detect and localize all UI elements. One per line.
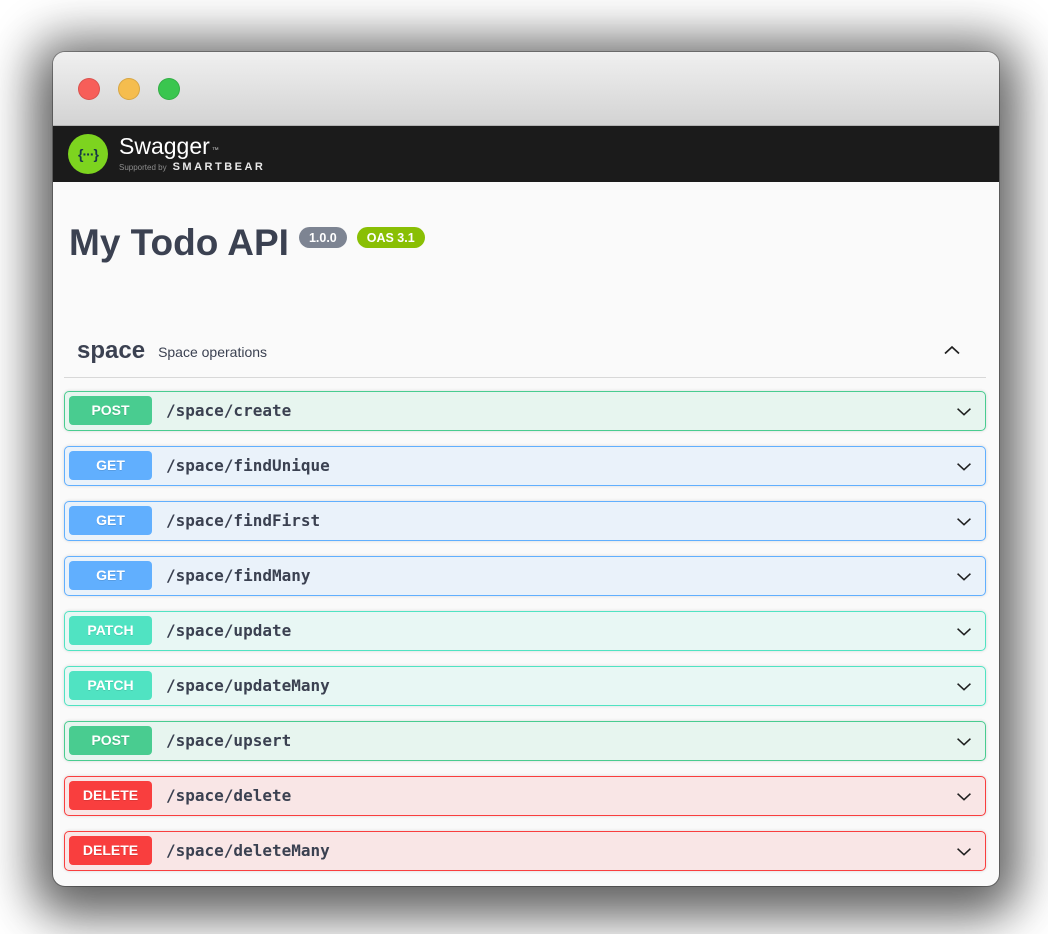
- page-title: My Todo API: [69, 222, 289, 265]
- swagger-logo-icon: {···}: [68, 134, 108, 174]
- tag-description: Space operations: [158, 344, 267, 360]
- maximize-button[interactable]: [158, 78, 180, 100]
- main-content: My Todo API 1.0.0 OAS 3.1 space Space op…: [53, 222, 999, 871]
- chevron-down-icon[interactable]: [953, 400, 975, 422]
- operation-row[interactable]: GET/space/findFirst: [64, 501, 986, 541]
- operation-row[interactable]: PATCH/space/updateMany: [64, 666, 986, 706]
- operation-path: /space/update: [166, 621, 291, 640]
- operation-row[interactable]: DELETE/space/deleteMany: [64, 831, 986, 871]
- method-badge: PATCH: [69, 671, 152, 700]
- chevron-down-icon[interactable]: [953, 620, 975, 642]
- operation-path: /space/updateMany: [166, 676, 330, 695]
- method-badge: POST: [69, 396, 152, 425]
- tag-name: space: [77, 337, 145, 365]
- operation-path: /space/deleteMany: [166, 841, 330, 860]
- supported-by-label: Supported by: [119, 163, 167, 172]
- sponsor-name: SMARTBEAR: [173, 161, 266, 173]
- app-window: {···} Swagger ™ Supported by SMARTBEAR M…: [53, 52, 999, 886]
- method-badge: GET: [69, 506, 152, 535]
- chevron-down-icon[interactable]: [953, 730, 975, 752]
- method-badge: POST: [69, 726, 152, 755]
- method-badge: DELETE: [69, 781, 152, 810]
- swagger-topbar: {···} Swagger ™ Supported by SMARTBEAR: [53, 126, 999, 182]
- operation-row[interactable]: DELETE/space/delete: [64, 776, 986, 816]
- operation-path: /space/findMany: [166, 566, 311, 585]
- tag-section-header[interactable]: space Space operations: [77, 337, 986, 365]
- chevron-down-icon[interactable]: [953, 510, 975, 532]
- oas-badge: OAS 3.1: [357, 227, 425, 248]
- window-titlebar: [53, 52, 999, 126]
- chevron-down-icon[interactable]: [953, 785, 975, 807]
- operation-path: /space/findFirst: [166, 511, 320, 530]
- chevron-down-icon[interactable]: [953, 840, 975, 862]
- method-badge: GET: [69, 561, 152, 590]
- operation-row[interactable]: GET/space/findUnique: [64, 446, 986, 486]
- method-badge: PATCH: [69, 616, 152, 645]
- operation-row[interactable]: GET/space/findMany: [64, 556, 986, 596]
- brand-name: Swagger: [119, 135, 210, 158]
- operation-path: /space/create: [166, 401, 291, 420]
- chevron-down-icon[interactable]: [953, 565, 975, 587]
- minimize-button[interactable]: [118, 78, 140, 100]
- close-button[interactable]: [78, 78, 100, 100]
- operation-path: /space/upsert: [166, 731, 291, 750]
- chevron-down-icon[interactable]: [953, 455, 975, 477]
- section-divider: [64, 377, 986, 378]
- api-info: My Todo API 1.0.0 OAS 3.1: [69, 222, 986, 265]
- method-badge: GET: [69, 451, 152, 480]
- operation-path: /space/findUnique: [166, 456, 330, 475]
- operation-row[interactable]: PATCH/space/update: [64, 611, 986, 651]
- operation-row[interactable]: POST/space/create: [64, 391, 986, 431]
- method-badge: DELETE: [69, 836, 152, 865]
- operations-list: POST/space/createGET/space/findUniqueGET…: [64, 391, 986, 871]
- operation-path: /space/delete: [166, 786, 291, 805]
- chevron-down-icon[interactable]: [953, 675, 975, 697]
- chevron-up-icon[interactable]: [940, 339, 964, 363]
- operation-row[interactable]: POST/space/upsert: [64, 721, 986, 761]
- version-badge: 1.0.0: [299, 227, 347, 248]
- trademark-symbol: ™: [212, 147, 219, 154]
- brand-block: Swagger ™ Supported by SMARTBEAR: [119, 135, 265, 173]
